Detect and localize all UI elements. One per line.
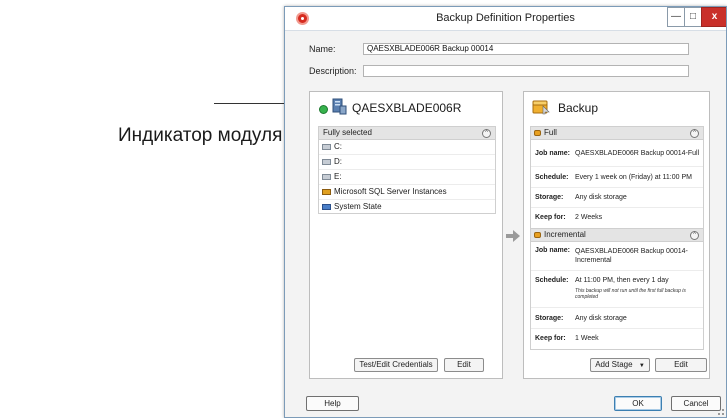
title-bar: Backup Definition Properties — □ x [285, 7, 726, 31]
minimize-button[interactable]: — [667, 7, 685, 27]
module-status-indicator [319, 105, 328, 114]
server-icon [332, 98, 347, 115]
stage-row: Job name: QAESXBLADE006R Backup 00014-Fu… [531, 140, 703, 167]
list-item-label: System State [334, 202, 382, 211]
row-key: Storage: [535, 194, 564, 201]
window-title: Backup Definition Properties [436, 12, 575, 24]
schedule-note: This backup will not run until the first… [575, 288, 686, 300]
stage-full-icon [534, 130, 541, 136]
row-value: QAESXBLADE006R Backup 00014-Full [575, 150, 700, 157]
stage-row: Keep for: 2 Weeks [531, 208, 703, 228]
row-key: Job name: [535, 247, 571, 254]
server-name: QAESXBLADE006R [352, 101, 462, 115]
stage-name: Incremental [544, 230, 586, 239]
list-item[interactable]: Microsoft SQL Server Instances [319, 185, 495, 200]
name-input[interactable]: QAESXBLADE006R Backup 00014 [363, 43, 689, 55]
row-value: Any disk storage [575, 194, 627, 201]
stage-row: Storage: Any disk storage [531, 188, 703, 208]
stage-row: Job name: QAESXBLADE006R Backup 00014-In… [531, 242, 703, 271]
dropdown-arrow-icon: ▼ [638, 363, 645, 369]
system-state-icon [322, 204, 331, 210]
row-value: At 11:00 PM, then every 1 day [575, 277, 669, 284]
stage-header: Full ^ [531, 127, 703, 140]
stage-row: Schedule: Every 1 week on (Friday) at 11… [531, 167, 703, 188]
row-value: 2 Weeks [575, 214, 603, 221]
row-key: Keep for: [535, 335, 566, 342]
drive-icon [322, 159, 331, 165]
description-label: Description: [309, 66, 357, 76]
row-value: Any disk storage [575, 315, 627, 322]
test-edit-credentials-button[interactable]: Test/Edit Credentials [354, 358, 438, 372]
add-stage-button[interactable]: Add Stage ▼ [590, 358, 650, 372]
drive-icon [322, 144, 331, 150]
stage-header: Incremental ^ [531, 229, 703, 242]
description-input[interactable] [363, 65, 689, 77]
sql-server-icon [322, 189, 331, 195]
name-label: Name: [309, 44, 336, 54]
source-panel: QAESXBLADE006R Fully selected ^ C: D: E:… [309, 91, 503, 379]
backup-edit-button[interactable]: Edit [655, 358, 707, 372]
row-key: Job name: [535, 150, 571, 157]
stage-row: Storage: Any disk storage [531, 308, 703, 329]
backup-panel: Backup Full ^ Job name: QAESXBLADE006R B… [523, 91, 710, 379]
maximize-button[interactable]: □ [684, 7, 702, 27]
row-value: QAESXBLADE006R Backup 00014-Incremental [575, 248, 688, 264]
selection-list: Fully selected ^ C: D: E: Microsoft SQL … [318, 126, 496, 214]
collapse-chevron-icon[interactable]: ^ [690, 129, 699, 138]
row-key: Keep for: [535, 214, 566, 221]
row-key: Schedule: [535, 277, 569, 284]
stage-row: Schedule: At 11:00 PM, then every 1 day … [531, 271, 703, 308]
stage-full: Full ^ Job name: QAESXBLADE006R Backup 0… [530, 126, 704, 229]
row-value: Every 1 week on (Friday) at 11:00 PM [575, 174, 692, 181]
list-item[interactable]: System State [319, 200, 495, 215]
flow-arrow-icon [506, 230, 520, 242]
stage-incremental: Incremental ^ Job name: QAESXBLADE006R B… [530, 228, 704, 350]
add-stage-label: Add Stage [595, 360, 633, 369]
row-key: Storage: [535, 315, 564, 322]
selection-header-label: Fully selected [323, 128, 372, 137]
drive-icon [322, 174, 331, 180]
stage-incremental-icon [534, 232, 541, 238]
cancel-button[interactable]: Cancel [671, 396, 721, 411]
backup-icon [532, 100, 550, 115]
ok-button[interactable]: OK [614, 396, 662, 411]
list-item[interactable]: C: [319, 140, 495, 155]
list-item-label: C: [334, 142, 342, 151]
selection-header: Fully selected ^ [319, 127, 495, 140]
row-value: 1 Week [575, 335, 599, 342]
row-key: Schedule: [535, 174, 569, 181]
backup-title: Backup [558, 101, 599, 115]
close-button[interactable]: x [701, 7, 726, 27]
list-item-label: E: [334, 172, 342, 181]
help-button[interactable]: Help [306, 396, 359, 411]
collapse-chevron-icon[interactable]: ^ [690, 231, 699, 240]
source-edit-button[interactable]: Edit [444, 358, 484, 372]
stage-name: Full [544, 128, 557, 137]
backup-definition-window: Backup Definition Properties — □ x Name:… [284, 6, 727, 418]
list-item[interactable]: D: [319, 155, 495, 170]
list-item-label: D: [334, 157, 342, 166]
list-item-label: Microsoft SQL Server Instances [334, 187, 447, 196]
stage-row: Keep for: 1 Week [531, 329, 703, 349]
list-item[interactable]: E: [319, 170, 495, 185]
collapse-chevron-icon[interactable]: ^ [482, 129, 491, 138]
resize-grip-icon[interactable] [718, 409, 724, 415]
